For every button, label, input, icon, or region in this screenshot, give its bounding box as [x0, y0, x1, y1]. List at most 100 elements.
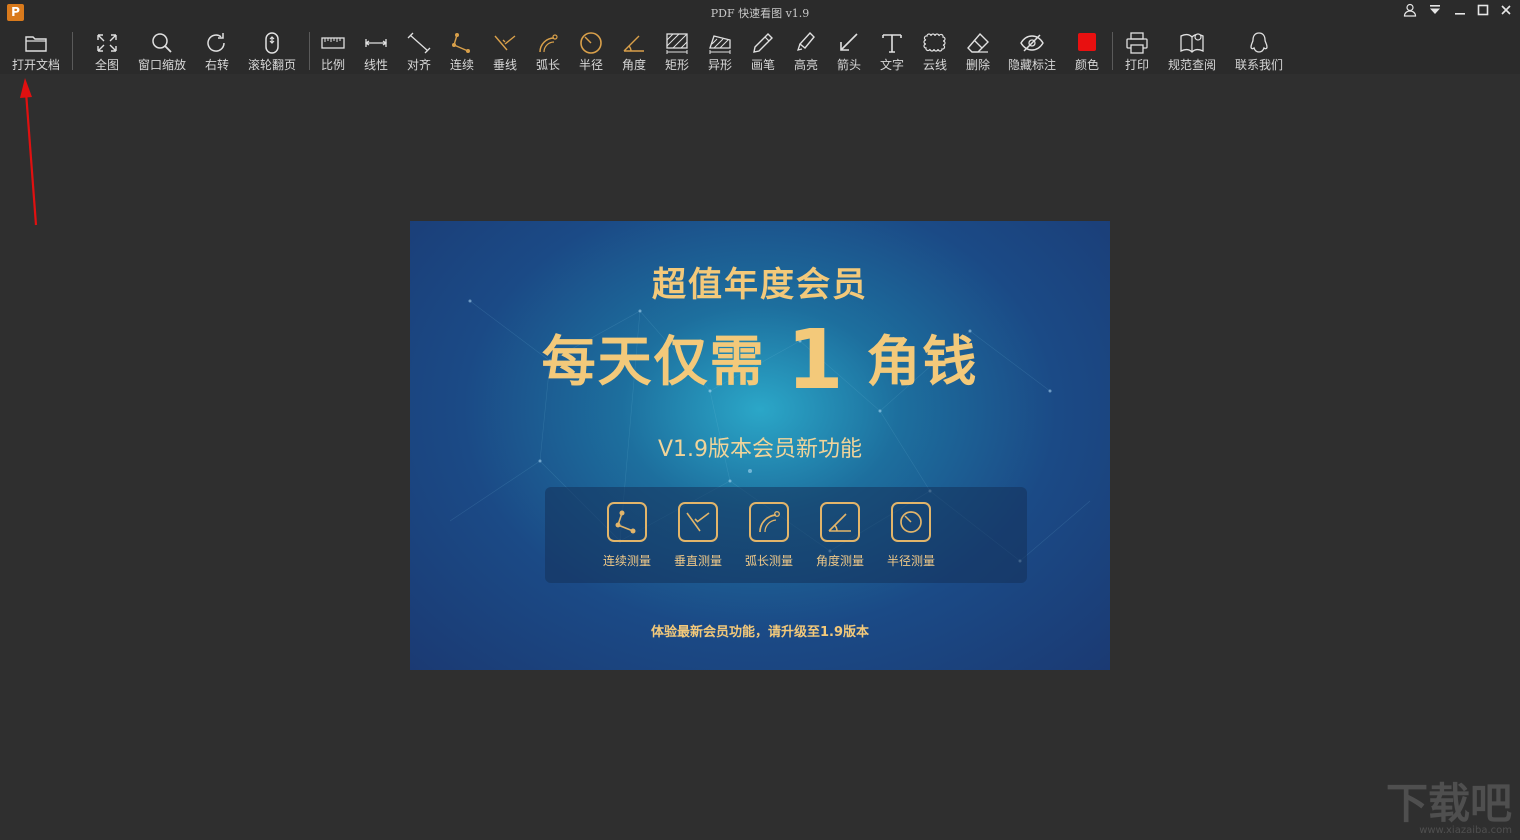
- arrow-icon: [840, 33, 858, 51]
- toolbar-label: 异形: [707, 58, 732, 72]
- toolbar-label: 全图: [94, 58, 119, 72]
- arrow-button[interactable]: 箭头: [830, 26, 868, 74]
- color-button[interactable]: 颜色: [1067, 26, 1107, 74]
- linear-measure-button[interactable]: 线性: [357, 26, 395, 74]
- pen-button[interactable]: 画笔: [744, 26, 782, 74]
- perpendicular-icon: [678, 502, 718, 542]
- scale-ruler-icon: [321, 37, 345, 49]
- rectangle-area-icon: [666, 33, 688, 54]
- rotate-right-icon: [207, 33, 225, 52]
- toolbar-separator: [309, 32, 310, 70]
- text-button[interactable]: 文字: [873, 26, 911, 74]
- toolbar-label: 连续: [449, 58, 474, 72]
- cloud-line-button[interactable]: 云线: [916, 26, 954, 74]
- perpendicular-button[interactable]: 垂线: [486, 26, 524, 74]
- window-zoom-button[interactable]: 窗口缩放: [135, 26, 189, 74]
- wheel-page-button[interactable]: 滚轮翻页: [246, 26, 298, 74]
- user-account-icon[interactable]: [1399, 3, 1421, 23]
- standard-book-icon: [1180, 33, 1204, 53]
- toolbar-label: 删除: [965, 58, 990, 72]
- zoom-icon: [152, 33, 172, 53]
- print-button[interactable]: 打印: [1118, 26, 1156, 74]
- toolbar-label: 弧长: [535, 58, 560, 72]
- radius-icon: [580, 32, 602, 54]
- feature-panel: 连续测量 垂直测量 弧长测量 角度测量 半径测量: [545, 487, 1027, 583]
- feature-label: 弧长测量: [744, 554, 793, 568]
- text-icon: [882, 34, 902, 53]
- standard-lookup-button[interactable]: 规范查阅: [1164, 26, 1220, 74]
- banner-headline-number: 1: [786, 313, 846, 408]
- toolbar-label: 半径: [578, 58, 603, 72]
- eraser-icon: [967, 32, 989, 53]
- banner-subtitle: V1.9版本会员新功能: [657, 437, 863, 462]
- toolbar-label: 联系我们: [1234, 58, 1283, 72]
- contact-qq-icon: [1250, 32, 1268, 53]
- continuous-measure-icon: [607, 502, 647, 542]
- minimize-icon[interactable]: [1449, 3, 1471, 23]
- toolbar-label: 矩形: [664, 58, 689, 72]
- promo-banner[interactable]: 超值年度会员 每天仅需 1 角钱 V1.9版本会员新功能 连续测量 垂直测量 弧…: [410, 221, 1110, 670]
- toolbar-label: 画笔: [750, 58, 775, 72]
- toolbar-label: 箭头: [836, 58, 861, 72]
- banner-headline-pre: 每天仅需: [541, 330, 766, 393]
- feature-label: 角度测量: [815, 554, 864, 568]
- irregular-area-button[interactable]: 异形: [701, 26, 739, 74]
- rotate-right-button[interactable]: 右转: [196, 26, 238, 74]
- banner-title: 超值年度会员: [652, 265, 868, 305]
- toolbar-label: 文字: [879, 58, 904, 72]
- arc-length-icon: [539, 34, 558, 53]
- banner-headline: 每天仅需 1 角钱: [410, 313, 1110, 408]
- toolbar-label: 云线: [922, 58, 947, 72]
- highlight-button[interactable]: 高亮: [787, 26, 825, 74]
- toolbar-label: 隐藏标注: [1007, 58, 1056, 72]
- highlighter-icon: [797, 31, 815, 51]
- title-bar: P PDF 快速看图 v1.9: [0, 0, 1520, 26]
- rectangle-area-button[interactable]: 矩形: [658, 26, 696, 74]
- banner-headline-post: 角钱: [866, 330, 979, 393]
- toolbar-label: 颜色: [1074, 58, 1099, 72]
- banner-footer: 体验最新会员功能，请升级至1.9版本: [650, 625, 870, 640]
- hide-annotation-button[interactable]: 隐藏标注: [1004, 26, 1060, 74]
- toolbar-label: 右转: [204, 58, 229, 72]
- irregular-area-icon: [709, 35, 731, 54]
- watermark: 下载吧 www.xiazaiba.com: [1386, 770, 1512, 836]
- radius-icon: [891, 502, 931, 542]
- linear-measure-icon: [364, 39, 388, 47]
- arc-length-icon: [749, 502, 789, 542]
- toolbar-label: 规范查阅: [1167, 58, 1216, 72]
- toolbar-label: 打印: [1124, 58, 1149, 72]
- feature-label: 连续测量: [602, 554, 651, 568]
- toolbar-separator: [1112, 32, 1113, 70]
- cloud-line-icon: [923, 33, 946, 52]
- feature-item-radius: 半径测量: [875, 502, 947, 569]
- fit-all-button[interactable]: 全图: [86, 26, 128, 74]
- align-measure-button[interactable]: 对齐: [400, 26, 438, 74]
- maximize-icon[interactable]: [1472, 3, 1494, 23]
- color-swatch-icon: [1078, 33, 1096, 51]
- open-document-button[interactable]: 打开文档: [8, 26, 64, 74]
- toolbar-label: 窗口缩放: [137, 58, 186, 72]
- print-icon: [1126, 32, 1148, 54]
- feature-item-continuous: 连续测量: [591, 502, 663, 569]
- close-icon[interactable]: [1495, 3, 1517, 23]
- radius-button[interactable]: 半径: [572, 26, 610, 74]
- angle-button[interactable]: 角度: [615, 26, 653, 74]
- contact-us-button[interactable]: 联系我们: [1231, 26, 1287, 74]
- arc-length-button[interactable]: 弧长: [529, 26, 567, 74]
- feature-label: 半径测量: [886, 554, 935, 568]
- toolbar-label: 线性: [363, 58, 388, 72]
- delete-button[interactable]: 删除: [959, 26, 997, 74]
- angle-icon: [623, 35, 644, 52]
- folder-icon: [25, 36, 47, 52]
- toolbar: 打开文档 全图 窗口缩放 右转 滚轮翻页 比例 线性 对齐 连续 垂线 弧长 半…: [0, 26, 1520, 74]
- watermark-main: 下载吧: [1385, 779, 1512, 828]
- scale-button[interactable]: 比例: [314, 26, 352, 74]
- toolbar-label: 角度: [621, 58, 646, 72]
- mouse-wheel-icon: [265, 32, 279, 54]
- toolbar-label: 对齐: [406, 58, 431, 72]
- toolbar-label: 比例: [320, 58, 345, 72]
- window-title: PDF 快速看图 v1.9: [710, 7, 810, 20]
- menu-dropdown-icon[interactable]: [1424, 3, 1446, 23]
- toolbar-label: 打开文档: [11, 58, 60, 72]
- continuous-measure-button[interactable]: 连续: [443, 26, 481, 74]
